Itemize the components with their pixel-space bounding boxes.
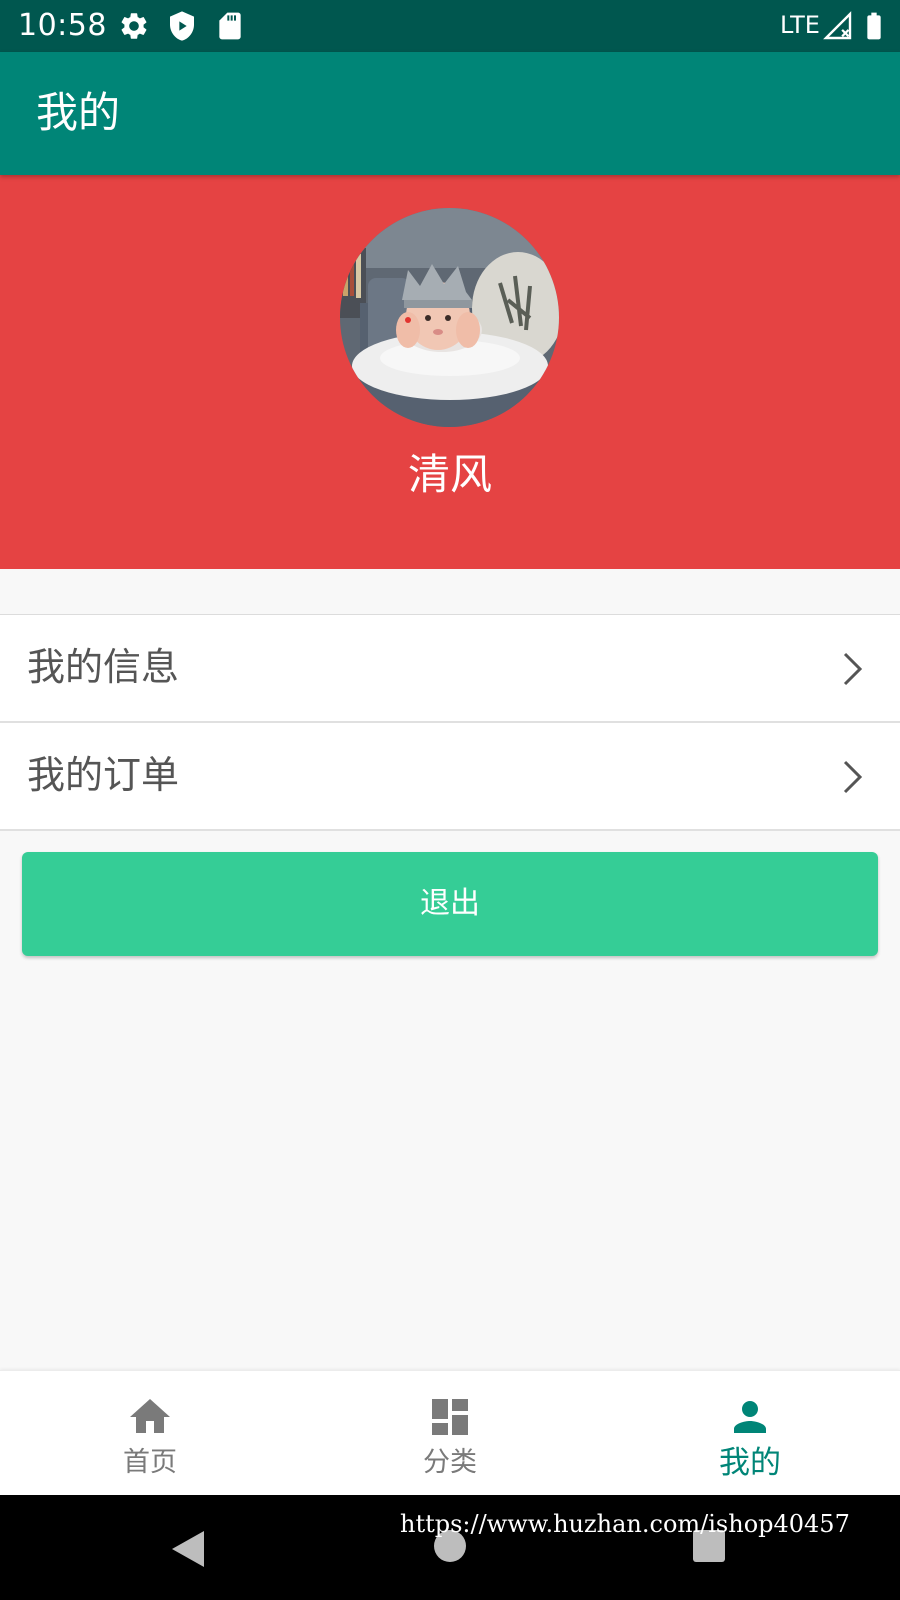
tab-mine[interactable]: 我的 [600, 1371, 900, 1496]
tab-home[interactable]: 首页 [0, 1371, 300, 1496]
dashboard-icon [426, 1393, 474, 1441]
menu-item-label: 我的订单 [27, 753, 180, 797]
tab-label: 首页 [123, 1447, 177, 1478]
username: 清风 [407, 450, 492, 499]
battery-icon [858, 10, 890, 42]
tab-label: 分类 [423, 1447, 477, 1478]
avatar[interactable] [340, 208, 559, 427]
status-bar: 10:58 LTE [0, 0, 900, 52]
settings-icon [118, 10, 150, 42]
person-icon [726, 1393, 774, 1441]
tab-label: 我的 [719, 1445, 781, 1481]
sd-card-icon [214, 10, 246, 42]
home-icon [126, 1393, 174, 1441]
logout-button[interactable]: 退出 [22, 852, 878, 956]
system-nav-bar: https://www.huzhan.com/ishop40457 [0, 1495, 900, 1600]
menu-item-my-info[interactable]: 我的信息 [0, 615, 900, 723]
menu-item-my-orders[interactable]: 我的订单 [0, 723, 900, 831]
tab-category[interactable]: 分类 [300, 1371, 600, 1496]
chevron-right-icon [842, 759, 864, 795]
bottom-nav: 首页 分类 我的 [0, 1370, 900, 1496]
shield-icon [166, 10, 198, 42]
chevron-right-icon [842, 651, 864, 687]
network-type: LTE [780, 11, 820, 39]
app-bar: 我的 [0, 52, 900, 175]
menu-item-label: 我的信息 [27, 645, 180, 689]
signal-icon [822, 10, 854, 42]
back-icon[interactable] [170, 1529, 206, 1569]
status-time: 10:58 [18, 8, 107, 43]
page-title: 我的 [36, 88, 121, 137]
menu-list: 我的信息 我的订单 [0, 614, 900, 831]
watermark-text: https://www.huzhan.com/ishop40457 [400, 1510, 850, 1538]
profile-header: 清风 [0, 175, 900, 569]
